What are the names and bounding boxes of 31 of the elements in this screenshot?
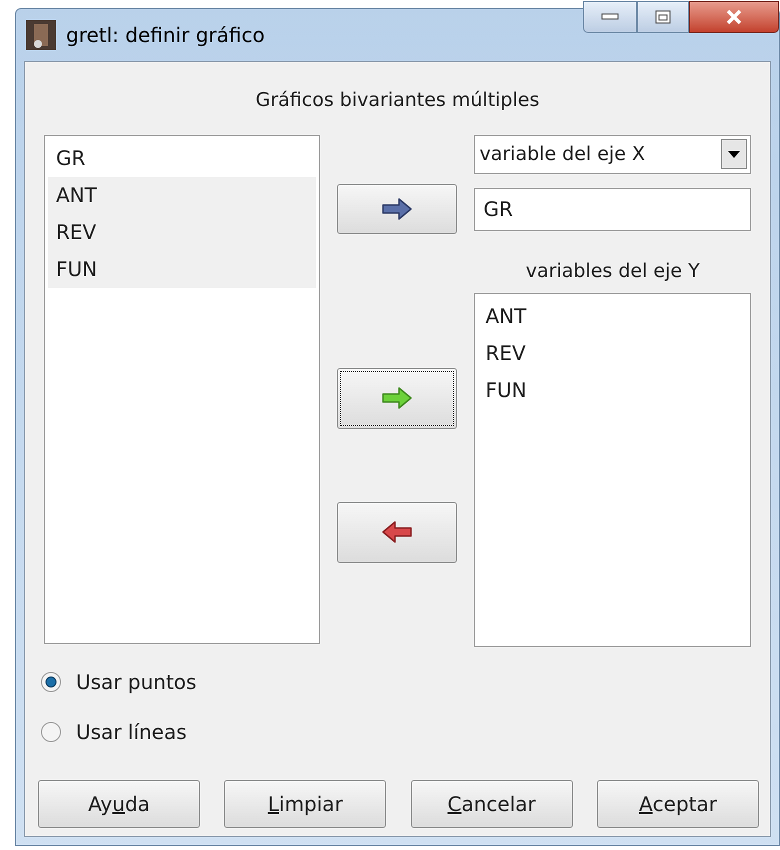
list-item[interactable]: FUN: [48, 250, 316, 288]
left-arrow-icon: [381, 520, 414, 544]
list-item[interactable]: ANT: [48, 176, 316, 214]
maximize-button[interactable]: [637, 1, 689, 33]
y-variables-label: variables del eje Y: [524, 258, 701, 284]
list-item[interactable]: REV: [475, 334, 750, 371]
window-title: gretl: definir gráfico: [66, 22, 265, 49]
dialog-button[interactable]: Ayuda: [38, 780, 200, 828]
minimize-icon: [601, 13, 619, 21]
arrow-button[interactable]: [337, 368, 458, 428]
radio-button[interactable]: [40, 671, 62, 693]
list-item[interactable]: FUN: [475, 371, 750, 408]
close-icon: [725, 9, 743, 25]
dialog-heading: Gráficos bivariantes múltiples: [254, 88, 540, 113]
maximize-icon: [655, 10, 671, 24]
close-button[interactable]: [689, 1, 779, 33]
right-arrow-icon: [381, 386, 414, 410]
dialog-button[interactable]: Aceptar: [596, 780, 759, 828]
list-item[interactable]: GR: [48, 140, 316, 176]
radio-button[interactable]: [40, 721, 62, 743]
app-icon: [26, 20, 56, 50]
list-item[interactable]: ANT: [475, 297, 750, 334]
x-axis-dropdown[interactable]: variable del eje X: [474, 134, 751, 174]
list-item[interactable]: REV: [48, 214, 316, 250]
right-arrow-icon: [381, 196, 414, 220]
minimize-button[interactable]: [583, 1, 637, 33]
dialog-button[interactable]: Limpiar: [224, 780, 386, 828]
radio-option[interactable]: Usar líneas: [44, 717, 751, 747]
x-variable-field[interactable]: GR: [474, 188, 751, 230]
radio-option[interactable]: Usar puntos: [44, 667, 751, 697]
dialog-button[interactable]: Cancelar: [410, 780, 573, 828]
